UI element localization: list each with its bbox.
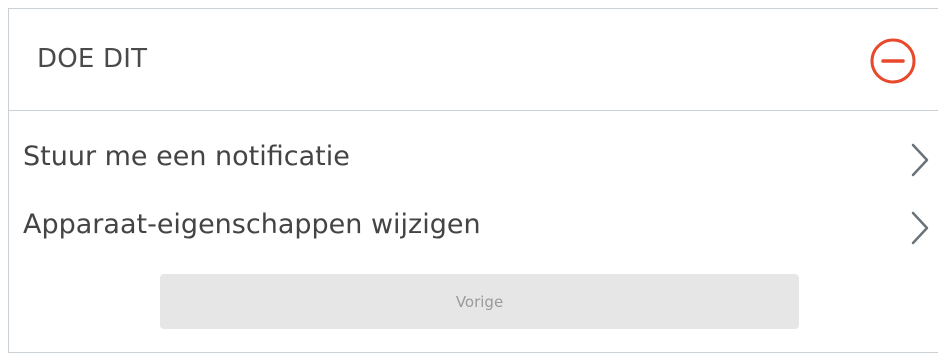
action-label: Stuur me een notificatie bbox=[23, 141, 350, 172]
action-change-device-properties[interactable]: Apparaat-eigenschappen wijzigen bbox=[9, 197, 938, 257]
back-button[interactable]: Vorige bbox=[160, 274, 799, 329]
back-button-label: Vorige bbox=[455, 292, 504, 311]
chevron-right-icon bbox=[911, 143, 929, 177]
chevron-right-icon bbox=[911, 211, 929, 245]
action-send-notification[interactable]: Stuur me een notificatie bbox=[9, 129, 938, 189]
panel-title: DOE DIT bbox=[37, 44, 148, 74]
do-this-panel: DOE DIT Stuur me een notificatie Apparaa… bbox=[8, 8, 938, 353]
panel-header: DOE DIT bbox=[9, 9, 938, 111]
collapse-button[interactable] bbox=[869, 37, 917, 85]
minus-circle-icon bbox=[870, 38, 916, 84]
action-label: Apparaat-eigenschappen wijzigen bbox=[23, 209, 481, 240]
